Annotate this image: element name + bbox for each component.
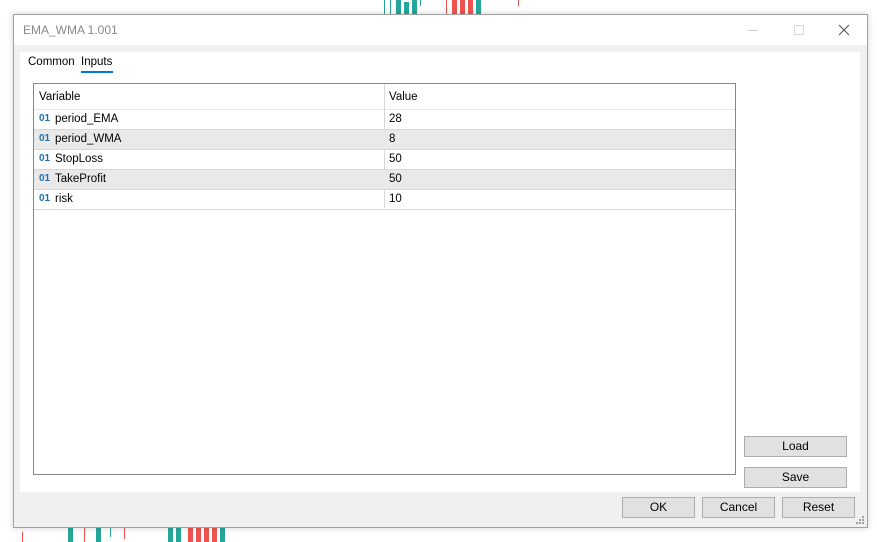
inputs-grid[interactable]: Variable Value 01 period_EMA 28 01 perio… bbox=[33, 83, 736, 475]
table-row[interactable]: 01 risk 10 bbox=[34, 190, 735, 210]
tab-inputs[interactable]: Inputs bbox=[81, 56, 112, 68]
close-button[interactable] bbox=[821, 15, 867, 45]
table-row[interactable]: 01 TakeProfit 50 bbox=[34, 170, 735, 190]
save-button[interactable]: Save bbox=[744, 467, 847, 488]
title-bar[interactable]: EMA_WMA 1.001 bbox=[14, 15, 867, 45]
variable-value[interactable]: 10 bbox=[389, 193, 402, 205]
variable-value[interactable]: 50 bbox=[389, 173, 402, 185]
variable-value[interactable]: 28 bbox=[389, 113, 402, 125]
reset-button[interactable]: Reset bbox=[782, 497, 855, 518]
variable-name: risk bbox=[55, 193, 73, 205]
resize-grip-icon[interactable] bbox=[855, 515, 865, 525]
column-header-variable[interactable]: Variable bbox=[39, 91, 80, 103]
integer-type-icon: 01 bbox=[39, 113, 51, 124]
close-icon bbox=[838, 24, 850, 36]
properties-dialog: EMA_WMA 1.001 Common Inputs Variable Val… bbox=[13, 14, 868, 528]
variable-name: period_WMA bbox=[55, 133, 122, 145]
variable-value[interactable]: 8 bbox=[389, 133, 395, 145]
ok-button[interactable]: OK bbox=[622, 497, 695, 518]
maximize-button[interactable] bbox=[776, 15, 822, 45]
column-header-value[interactable]: Value bbox=[389, 91, 418, 103]
table-row[interactable]: 01 period_WMA 8 bbox=[34, 130, 735, 150]
minimize-button[interactable] bbox=[730, 15, 776, 45]
minimize-icon bbox=[748, 30, 758, 31]
active-tab-indicator bbox=[81, 71, 113, 73]
load-button[interactable]: Load bbox=[744, 436, 847, 457]
background-candles-top bbox=[384, 0, 519, 14]
integer-type-icon: 01 bbox=[39, 193, 51, 204]
integer-type-icon: 01 bbox=[39, 133, 51, 144]
variable-name: period_EMA bbox=[55, 113, 119, 125]
variable-value[interactable]: 50 bbox=[389, 153, 402, 165]
background-candles-bottom bbox=[22, 527, 225, 542]
cancel-button[interactable]: Cancel bbox=[702, 497, 775, 518]
window-title: EMA_WMA 1.001 bbox=[23, 23, 118, 37]
table-row[interactable]: 01 StopLoss 50 bbox=[34, 150, 735, 170]
variable-name: TakeProfit bbox=[55, 173, 107, 185]
maximize-icon bbox=[794, 25, 804, 35]
dialog-client-area: Common Inputs Variable Value 01 period_E… bbox=[20, 52, 860, 492]
variable-name: StopLoss bbox=[55, 153, 103, 165]
table-row[interactable]: 01 period_EMA 28 bbox=[34, 110, 735, 130]
integer-type-icon: 01 bbox=[39, 173, 51, 184]
integer-type-icon: 01 bbox=[39, 153, 51, 164]
tab-common[interactable]: Common bbox=[28, 56, 75, 68]
